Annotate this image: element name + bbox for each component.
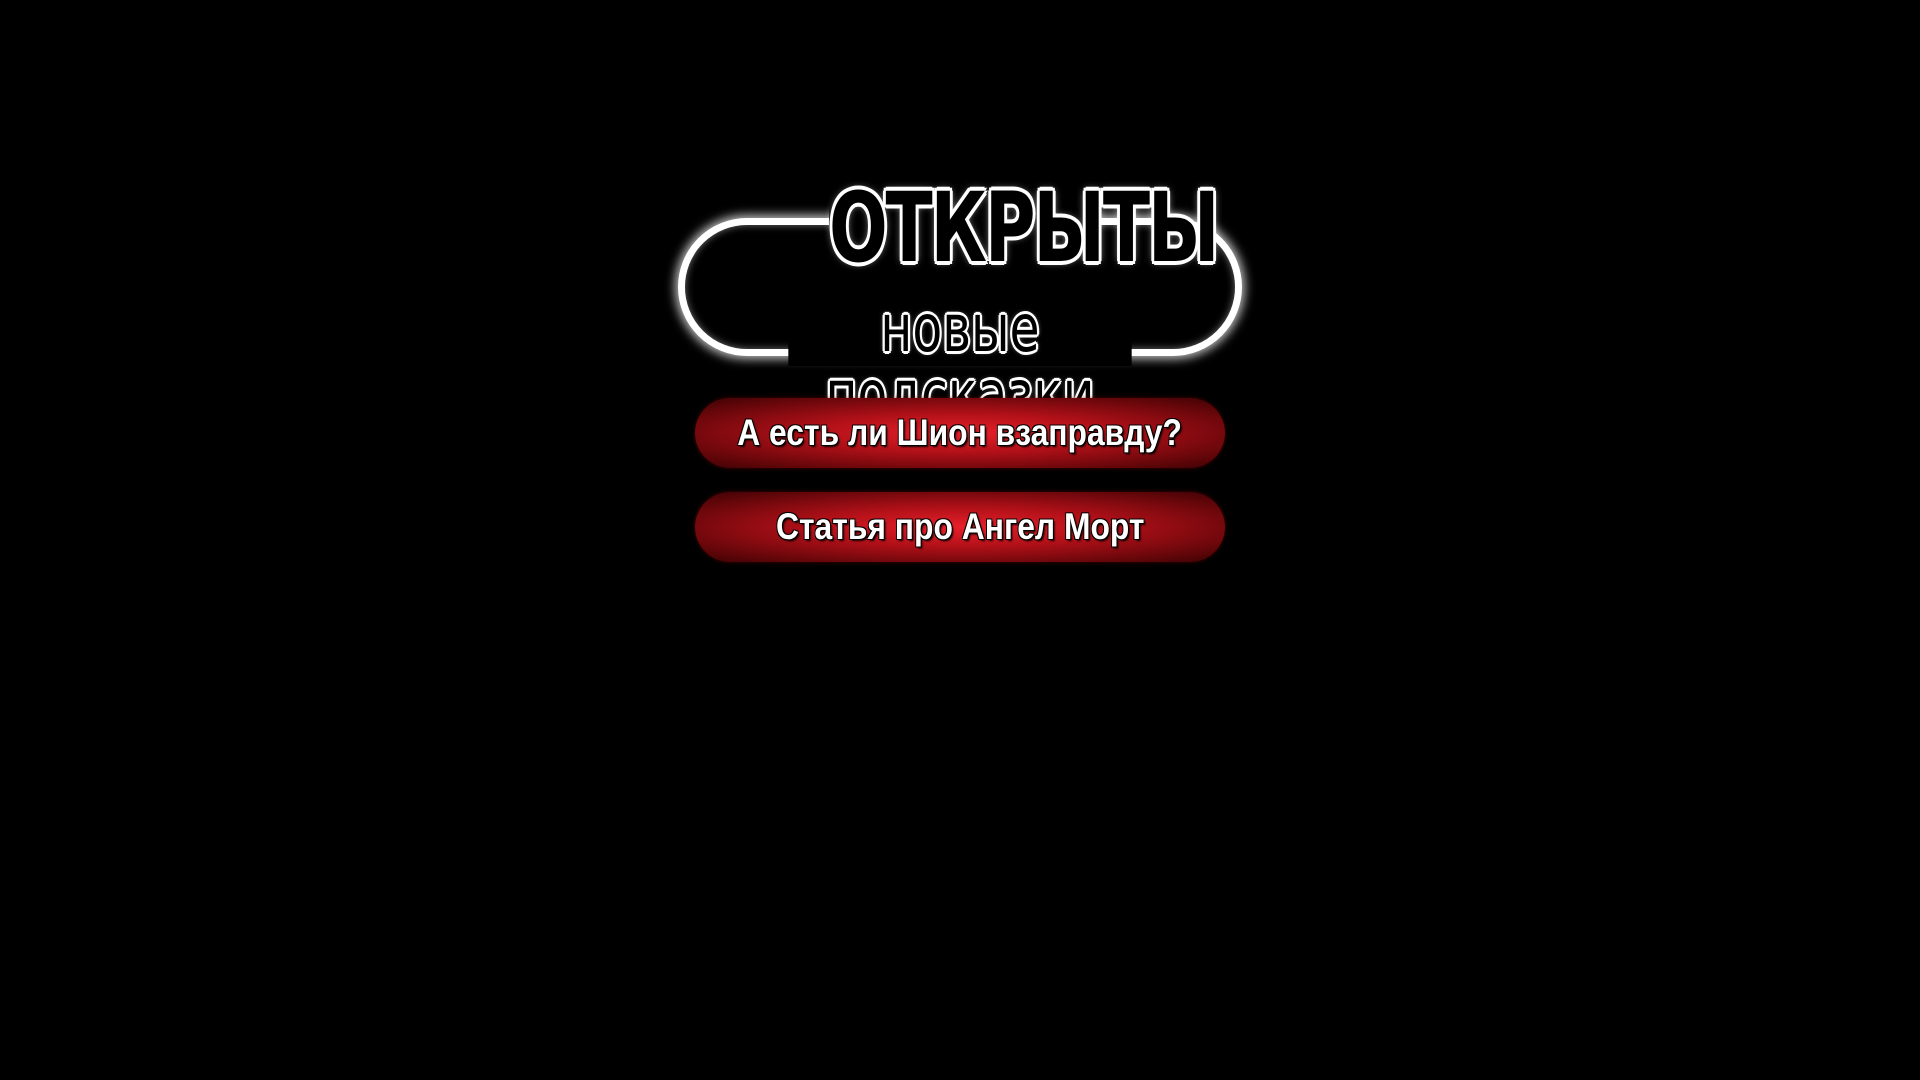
hint-button-shion[interactable]: А есть ли Шион взаправду?: [695, 398, 1225, 468]
banner-title: ОТКРЫТЫ: [828, 172, 1219, 284]
new-hints-banner: ОТКРЫТЫ новые подсказки: [678, 172, 1242, 428]
game-screen: ОТКРЫТЫ новые подсказки А есть ли Шион в…: [0, 0, 1920, 1080]
hint-button-angel-mort[interactable]: Статья про Ангел Морт: [695, 492, 1225, 562]
banner-subtitle: новые подсказки: [788, 296, 1132, 428]
hint-label: Статья про Ангел Морт: [775, 506, 1145, 547]
hint-label: А есть ли Шион взаправду?: [737, 412, 1183, 453]
